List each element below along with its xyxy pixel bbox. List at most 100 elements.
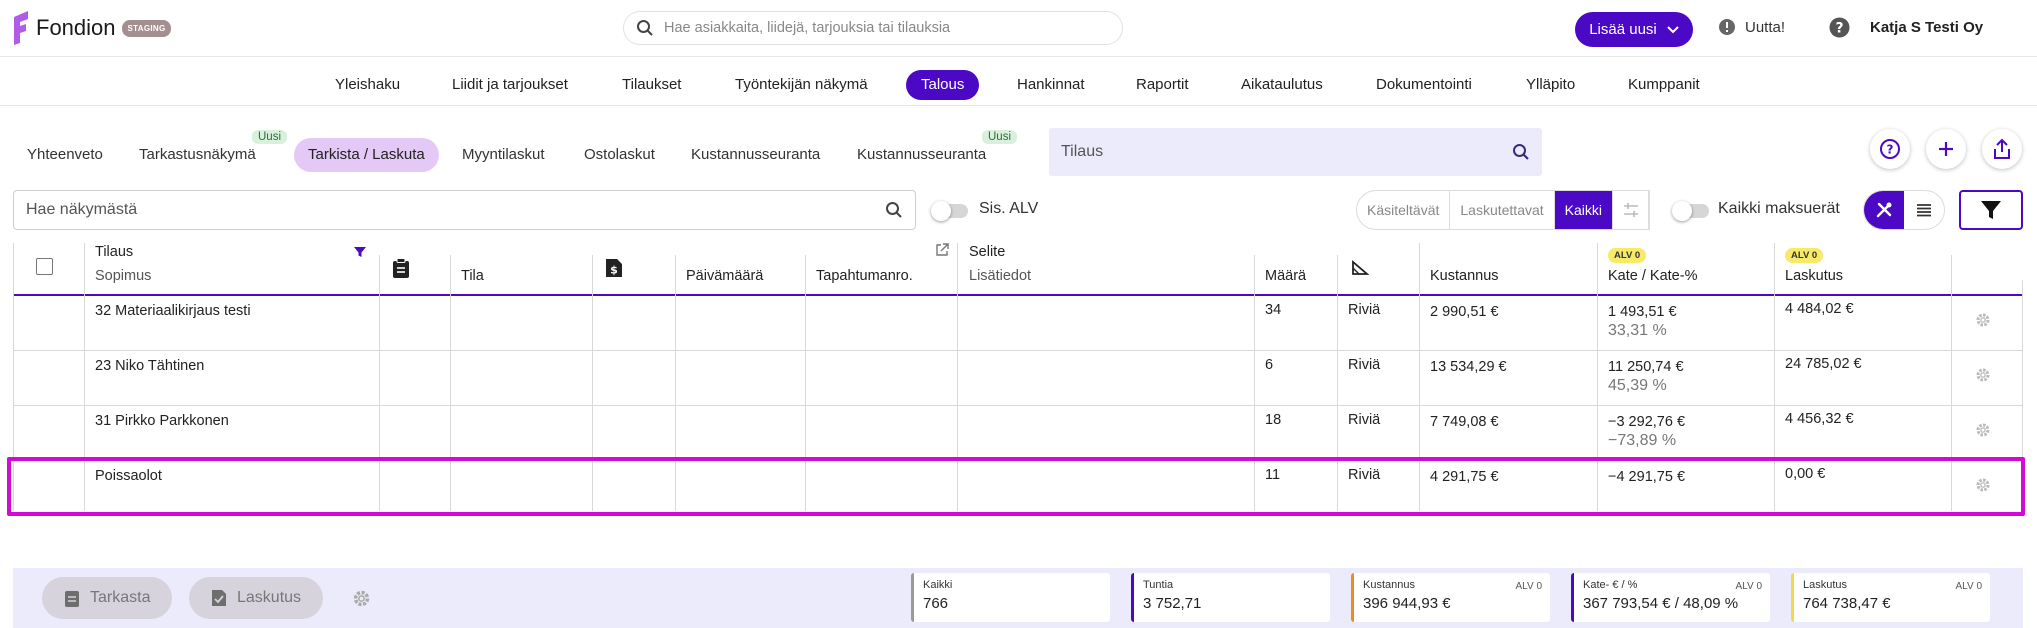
cost-cell: 2 990,51 € [1430,304,1499,320]
nav-kumppanit[interactable]: Kumppanit [1628,70,1700,100]
list-view-button[interactable] [1904,191,1944,229]
nav-aikataulutus[interactable]: Aikataulutus [1241,70,1323,100]
search-icon [885,201,903,219]
header-paivamaara[interactable]: Päivämäärä [686,268,763,284]
billing-cell: 4 484,02 € [1785,301,1854,317]
global-search-input[interactable] [664,20,1084,36]
segment-laskutettavat[interactable]: Laskutettavat [1450,191,1555,229]
svg-text:?: ? [1887,143,1894,157]
all-installments-label: Kaikki maksuerät [1718,200,1840,217]
header-tilaus[interactable]: Tilaus [95,244,133,260]
gear-icon[interactable] [352,589,371,608]
tab-myyntilaskut[interactable]: Myyntilaskut [462,138,545,172]
tab-kustannusseuranta[interactable]: Kustannusseuranta [691,138,820,172]
card-value: 3 752,71 [1143,595,1202,612]
help-button[interactable]: ? [1870,129,1910,169]
tab-ostolaskut[interactable]: Ostolaskut [584,138,655,172]
header-lisatiedot[interactable]: Lisätiedot [969,268,1031,284]
quantity-cell: 18 [1265,412,1282,428]
segment-kasiteltavat[interactable]: Käsiteltävät [1357,191,1451,229]
all-installments-toggle[interactable] [1672,201,1709,221]
gear-icon[interactable] [1975,312,1991,328]
summary-card-cost: Kustannus 396 944,93 € ALV 0 [1351,573,1550,622]
order-cell: 23 Niko Tähtinen [95,358,205,374]
margin-pct-cell: −73,89 % [1608,432,1677,449]
company-name[interactable]: Katja S Testi Oy [1870,19,1983,36]
header-tapahtumanro[interactable]: Tapahtumanro. [816,268,913,284]
search-icon[interactable] [1512,143,1530,161]
unit-cell: Riviä [1348,357,1381,373]
new-badge: Uusi [252,130,288,144]
unit-cell: Riviä [1348,412,1381,428]
billing-cell: 24 785,02 € [1785,356,1862,372]
help-icon[interactable]: ? [1829,17,1850,38]
header-maara[interactable]: Määrä [1265,268,1306,284]
header-sopimus[interactable]: Sopimus [95,268,151,284]
tools-view-button[interactable] [1864,191,1904,229]
app-name: Fondion [36,15,116,40]
header-tila[interactable]: Tila [461,268,484,284]
check-button[interactable]: Tarkasta [42,577,173,619]
nav-hankinnat[interactable]: Hankinnat [1017,70,1085,100]
env-badge: STAGING [121,19,172,37]
add-new-button[interactable]: Lisää uusi [1575,12,1693,47]
summary-card-margin: Kate- € / % 367 793,54 € / 48,09 % ALV 0 [1571,573,1770,622]
export-button[interactable] [1982,129,2022,169]
table-row[interactable]: 31 Pirkko Parkkonen 18 Riviä 7 749,08 € … [13,406,2023,461]
card-vat: ALV 0 [1515,581,1543,592]
margin-cell: −3 292,76 € [1608,414,1686,430]
nav-talous[interactable]: Talous [906,70,980,100]
nav-liidit[interactable]: Liidit ja tarjoukset [452,70,568,100]
card-value: 396 944,93 € [1363,595,1451,612]
segment-kaikki[interactable]: Kaikki [1554,191,1614,229]
tab-yhteenveto[interactable]: Yhteenveto [27,138,103,172]
app-logo[interactable]: Fondion STAGING [12,10,172,46]
gear-icon[interactable] [1975,367,1991,383]
whats-new-label: Uutta! [1745,18,1786,36]
card-value: 764 738,47 € [1803,595,1891,612]
header-kate[interactable]: Kate / Kate-% [1608,268,1697,284]
check-button-label: Tarkasta [90,589,151,606]
header-laskutus[interactable]: Laskutus [1785,268,1843,284]
order-cell: 31 Pirkko Parkkonen [95,413,229,429]
billing-button[interactable]: Laskutus [189,577,324,619]
tab-kustannusseuranta-new[interactable]: Kustannusseuranta [857,138,986,172]
add-button[interactable] [1926,129,1966,169]
incl-vat-toggle[interactable] [931,201,968,221]
search-icon [636,19,654,37]
gear-icon[interactable] [1975,422,1991,438]
sliders-icon [1623,202,1639,218]
nav-tilaukset[interactable]: Tilaukset [622,70,681,100]
billing-cell: 4 456,32 € [1785,411,1854,427]
tab-tarkastusnakyma[interactable]: Tarkastusnäkymä [139,138,256,172]
invoice-icon: $ [605,258,623,278]
vat-badge: ALV 0 [1608,248,1647,263]
list-icon [1916,203,1932,217]
nav-yllapito[interactable]: Ylläpito [1526,70,1575,100]
order-search-placeholder: Tilaus [1061,143,1104,160]
order-search[interactable]: Tilaus [1049,128,1542,176]
header-kustannus[interactable]: Kustannus [1430,268,1499,284]
tune-button[interactable] [1613,191,1650,229]
nav-dokumentointi[interactable]: Dokumentointi [1376,70,1472,100]
cost-cell: 7 749,08 € [1430,414,1499,430]
global-search[interactable] [623,11,1123,45]
tab-tarkista-laskuta[interactable]: Tarkista / Laskuta [294,138,439,172]
filter-button[interactable] [1959,190,2023,230]
header-selite[interactable]: Selite [969,244,1005,260]
view-search[interactable]: Hae näkymästä [13,190,916,230]
view-search-placeholder: Hae näkymästä [26,201,138,218]
select-all-checkbox[interactable] [36,258,53,275]
card-value: 367 793,54 € / 48,09 % [1583,595,1739,612]
toggle-knob [931,201,951,221]
nav-raportit[interactable]: Raportit [1136,70,1189,100]
table-row[interactable]: 32 Materiaalikirjaus testi 34 Riviä 2 99… [13,296,2023,351]
summary-card-all: Kaikki 766 [911,573,1110,622]
card-vat: ALV 0 [1735,581,1763,592]
filter-active-icon[interactable] [354,246,366,258]
whats-new-button[interactable]: Uutta! [1717,17,1785,37]
nav-yleishaku[interactable]: Yleishaku [335,70,400,100]
table-row[interactable]: 23 Niko Tähtinen 6 Riviä 13 534,29 € 11 … [13,351,2023,406]
open-external-icon[interactable] [935,243,949,257]
nav-tyontekija[interactable]: Työntekijän näkymä [735,70,868,100]
